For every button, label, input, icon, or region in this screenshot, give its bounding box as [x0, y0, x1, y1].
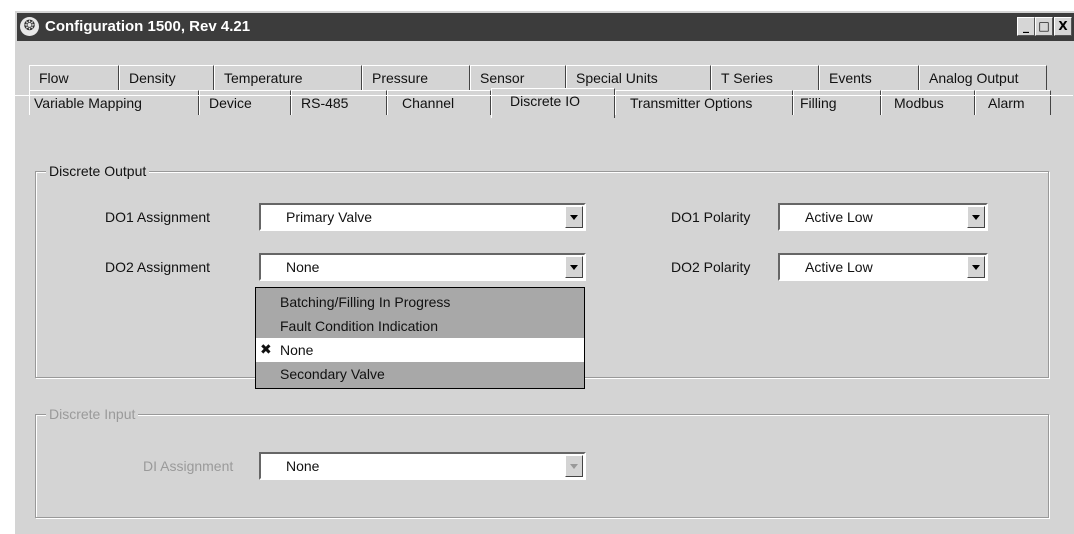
- tab-flow[interactable]: Flow: [29, 65, 119, 90]
- config-window: ❂ Configuration 1500, Rev 4.21 _ □ X Flo…: [14, 10, 1074, 534]
- discrete-output-group-label: Discrete Output: [46, 163, 150, 179]
- dropdown-option-none[interactable]: ✖ None: [256, 338, 584, 362]
- do2-assignment-label: DO2 Assignment: [105, 259, 211, 275]
- di-assignment-select[interactable]: None: [259, 452, 586, 480]
- di-assignment-value: None: [286, 458, 320, 474]
- close-button[interactable]: X: [1054, 17, 1072, 36]
- tab-analog-output[interactable]: Analog Output: [919, 65, 1047, 90]
- chevron-down-icon: [972, 215, 980, 220]
- discrete-input-group-label: Discrete Input: [46, 406, 139, 422]
- do1-assignment-dropdown-button[interactable]: [565, 206, 583, 228]
- dropdown-option-fault-condition[interactable]: Fault Condition Indication: [256, 314, 584, 338]
- do1-assignment-value: Primary Valve: [286, 209, 373, 225]
- tab-strip: Flow Density Temperature Pressure Sensor…: [15, 45, 1074, 118]
- do2-assignment-dropdown-list: Batching/Filling In Progress Fault Condi…: [255, 287, 585, 389]
- do1-assignment-label: DO1 Assignment: [105, 209, 211, 225]
- do1-polarity-value: Active Low: [805, 209, 873, 225]
- do2-polarity-select[interactable]: Active Low: [778, 253, 988, 281]
- do2-polarity-value: Active Low: [805, 259, 873, 275]
- do2-polarity-dropdown-button[interactable]: [967, 256, 985, 278]
- dropdown-option-batching-filling[interactable]: Batching/Filling In Progress: [256, 290, 584, 314]
- tab-density[interactable]: Density: [119, 65, 214, 90]
- do1-assignment-select[interactable]: Primary Valve: [259, 203, 586, 231]
- window-title: Configuration 1500, Rev 4.21: [45, 18, 251, 35]
- di-assignment-label: DI Assignment: [143, 458, 234, 474]
- check-icon: ✖: [260, 342, 272, 358]
- do1-polarity-select[interactable]: Active Low: [778, 203, 988, 231]
- chevron-down-icon: [972, 265, 980, 270]
- dropdown-option-secondary-valve[interactable]: Secondary Valve: [256, 362, 584, 386]
- do2-assignment-value: None: [286, 259, 320, 275]
- tab-events[interactable]: Events: [819, 65, 919, 90]
- app-icon[interactable]: ❂: [20, 17, 39, 36]
- do2-assignment-dropdown-button[interactable]: [565, 256, 583, 278]
- tab-t-series[interactable]: T Series: [711, 65, 819, 90]
- tab-pressure[interactable]: Pressure: [362, 65, 470, 90]
- chevron-down-icon: [570, 265, 578, 270]
- do2-polarity-label: DO2 Polarity: [671, 259, 751, 275]
- do1-polarity-dropdown-button[interactable]: [967, 206, 985, 228]
- do1-polarity-label: DO1 Polarity: [671, 209, 751, 225]
- di-assignment-dropdown-button[interactable]: [565, 455, 583, 477]
- title-bar[interactable]: ❂ Configuration 1500, Rev 4.21 _ □ X: [17, 13, 1074, 41]
- tab-temperature[interactable]: Temperature: [214, 65, 362, 90]
- dropdown-option-none-label: None: [280, 342, 314, 358]
- maximize-button[interactable]: □: [1035, 17, 1053, 36]
- tab-sensor[interactable]: Sensor: [470, 65, 566, 90]
- chevron-down-icon: [570, 215, 578, 220]
- chevron-down-icon: [570, 464, 578, 469]
- tab-special-units[interactable]: Special Units: [566, 65, 711, 90]
- minimize-button[interactable]: _: [1017, 17, 1035, 36]
- do2-assignment-select[interactable]: None: [259, 253, 586, 281]
